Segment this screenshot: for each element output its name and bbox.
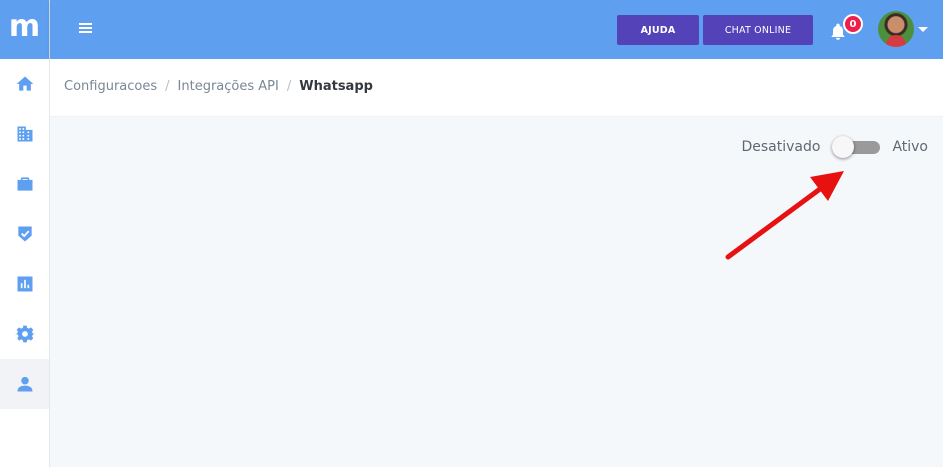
avatar[interactable] xyxy=(878,11,914,47)
toggle-off-label: Desativado xyxy=(741,139,821,155)
building-icon xyxy=(17,126,32,142)
top-bar: AJUDA CHAT ONLINE 0 xyxy=(50,0,943,59)
briefcase-icon xyxy=(17,177,32,191)
breadcrumb-separator: / xyxy=(286,79,292,94)
sidebar-item-reports[interactable] xyxy=(0,259,49,309)
sidebar-item-home[interactable] xyxy=(0,59,49,109)
gear-icon xyxy=(14,325,35,343)
logo-letter: m xyxy=(8,8,41,44)
app-logo[interactable]: m xyxy=(0,0,49,59)
sidebar-item-jobs[interactable] xyxy=(0,159,49,209)
chevron-down-icon[interactable] xyxy=(918,27,928,32)
sidebar-item-settings[interactable] xyxy=(0,309,49,359)
breadcrumb-item-integracoes[interactable]: Integrações API xyxy=(178,79,279,94)
user-icon xyxy=(17,376,32,392)
breadcrumb-bar: Configuracoes / Integrações API / Whatsapp xyxy=(50,59,943,117)
sidebar-item-companies[interactable] xyxy=(0,109,49,159)
toggle-on-label: Ativo xyxy=(892,139,928,155)
red-arrow-annotation xyxy=(725,171,844,260)
breadcrumb-separator: / xyxy=(165,79,170,94)
hamburger-menu-icon[interactable] xyxy=(79,23,92,35)
sidebar: m xyxy=(0,0,50,467)
breadcrumb-item-configuracoes[interactable]: Configuracoes xyxy=(64,79,157,94)
notification-badge: 0 xyxy=(843,14,863,34)
bar-chart-icon xyxy=(17,276,32,292)
whatsapp-toggle[interactable] xyxy=(832,135,881,159)
chat-online-button[interactable]: CHAT ONLINE xyxy=(703,15,813,45)
whatsapp-toggle-row: Desativado Ativo xyxy=(741,135,928,159)
breadcrumb: Configuracoes / Integrações API / Whatsapp xyxy=(64,79,373,94)
help-button[interactable]: AJUDA xyxy=(617,15,699,45)
toggle-knob[interactable] xyxy=(832,136,855,158)
sidebar-item-tasks[interactable] xyxy=(0,209,49,259)
sidebar-item-profile[interactable] xyxy=(0,359,49,409)
breadcrumb-current: Whatsapp xyxy=(299,79,373,94)
home-icon xyxy=(16,76,33,91)
shield-check-icon xyxy=(17,226,32,242)
